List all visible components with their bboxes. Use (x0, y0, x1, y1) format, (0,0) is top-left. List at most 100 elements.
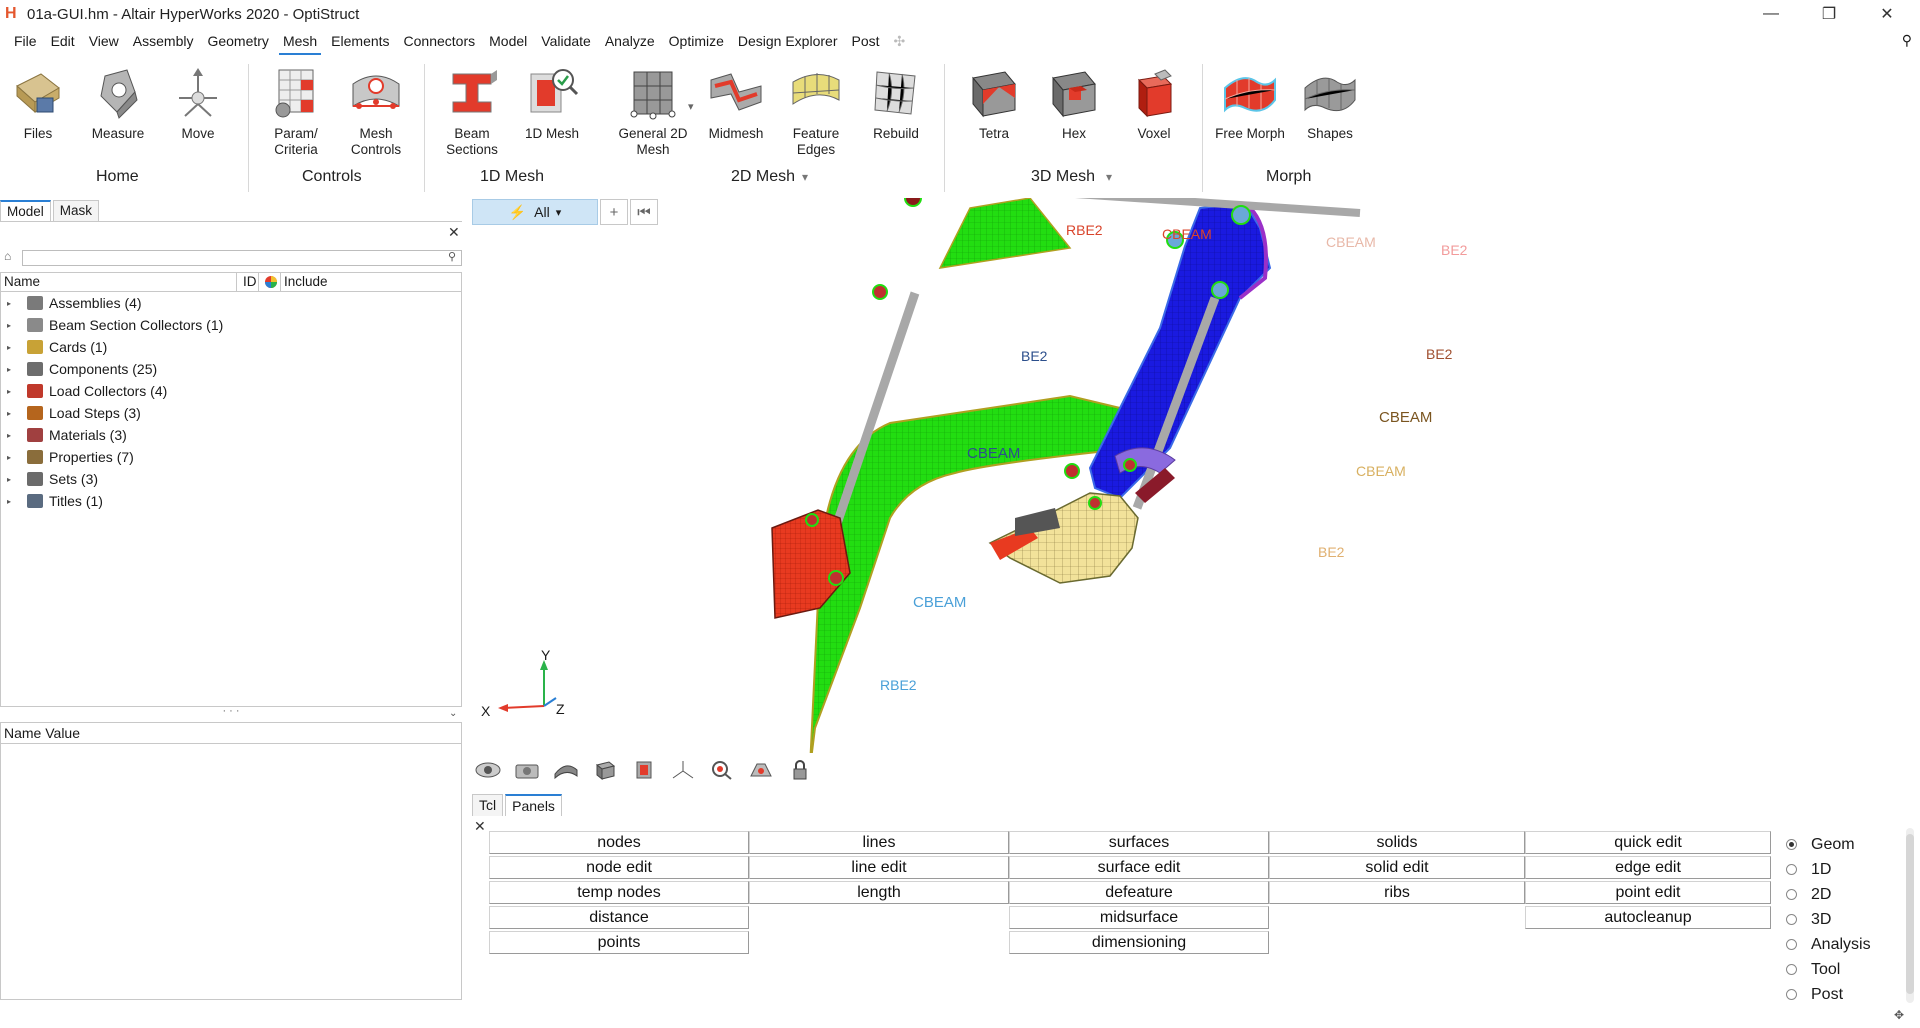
radio-button[interactable] (1786, 839, 1797, 850)
menu-post[interactable]: Post (844, 30, 886, 52)
column-include[interactable]: Include (281, 273, 341, 291)
display-icon[interactable] (745, 757, 777, 783)
maximize-button[interactable]: ❐ (1806, 0, 1852, 28)
ribbon-beam-sections[interactable]: Beam Sections (432, 66, 512, 158)
panel-button-lines[interactable]: lines (749, 831, 1009, 854)
column-name[interactable]: Name (1, 273, 237, 291)
ribbon-1d-mesh[interactable]: 1D Mesh (512, 66, 592, 142)
ribbon-mesh-controls[interactable]: Mesh Controls (336, 66, 416, 158)
ribbon-hex[interactable]: Hex (1034, 66, 1114, 142)
tab-mask[interactable]: Mask (52, 200, 100, 221)
panel-button-node-edit[interactable]: node edit (489, 856, 749, 879)
close-icon[interactable]: ✕ (448, 224, 460, 241)
add-filter-button[interactable]: + (600, 199, 628, 225)
tree-item[interactable]: ▸ Titles (1) (1, 490, 461, 512)
color-wheel-icon[interactable] (259, 273, 281, 291)
tree-item[interactable]: ▸ Beam Section Collectors (1) (1, 314, 461, 336)
ribbon-midmesh[interactable]: Midmesh (696, 66, 776, 142)
radio-analysis[interactable]: Analysis (1786, 932, 1871, 957)
radio-geom[interactable]: Geom (1786, 832, 1871, 857)
menu-elements[interactable]: Elements (324, 30, 396, 52)
home-icon[interactable]: ⌂ (4, 249, 11, 263)
add-ribbon-icon[interactable]: ✣ (887, 30, 913, 52)
menu-geometry[interactable]: Geometry (200, 30, 275, 52)
radio-button[interactable] (1786, 989, 1797, 1000)
expand-caret-icon[interactable]: ▸ (7, 365, 19, 374)
2d-mesh-dropdown-icon[interactable]: ▾ (802, 170, 808, 184)
panel-button-edge-edit[interactable]: edge edit (1525, 856, 1771, 879)
panel-button-solids[interactable]: solids (1269, 831, 1525, 854)
ribbon-files[interactable]: Files (0, 66, 78, 142)
visibility-icon[interactable] (472, 757, 504, 783)
axes-icon[interactable] (667, 757, 699, 783)
ribbon-shapes[interactable]: Shapes (1290, 66, 1370, 142)
search-icon[interactable]: ⚲ (1902, 32, 1912, 49)
3d-mesh-dropdown-icon[interactable]: ▾ (1106, 170, 1112, 184)
tree-item[interactable]: ▸ Assemblies (4) (1, 292, 461, 314)
menu-model[interactable]: Model (482, 30, 534, 52)
menu-validate[interactable]: Validate (534, 30, 598, 52)
menu-edit[interactable]: Edit (44, 30, 82, 52)
tree-item[interactable]: ▸ Components (25) (1, 358, 461, 380)
tree-item[interactable]: ▸ Load Steps (3) (1, 402, 461, 424)
panel-splitter[interactable]: · · · (0, 706, 462, 719)
expand-caret-icon[interactable]: ▸ (7, 409, 19, 418)
ribbon-group-2d-mesh[interactable]: 2D Mesh (731, 168, 795, 186)
menu-optimize[interactable]: Optimize (662, 30, 731, 52)
minimize-button[interactable]: — (1748, 0, 1794, 28)
radio-2d[interactable]: 2D (1786, 882, 1871, 907)
radio-button[interactable] (1786, 939, 1797, 950)
panel-button-surface-edit[interactable]: surface edit (1009, 856, 1269, 879)
ribbon-param-criteria[interactable]: Param/ Criteria (256, 66, 336, 158)
reset-filter-button[interactable]: ⏮ (630, 199, 658, 225)
close-button[interactable]: ✕ (1864, 0, 1910, 28)
radio-post[interactable]: Post (1786, 982, 1871, 1007)
scrollbar[interactable] (1906, 828, 1914, 1003)
ribbon-tetra[interactable]: Tetra (954, 66, 1034, 142)
resize-grip-icon[interactable]: ✥ (1894, 1008, 1904, 1022)
menu-assembly[interactable]: Assembly (126, 30, 201, 52)
ribbon-group-3d-mesh[interactable]: 3D Mesh (1031, 168, 1095, 186)
radio-1d[interactable]: 1D (1786, 857, 1871, 882)
expand-caret-icon[interactable]: ▸ (7, 475, 19, 484)
menu-mesh[interactable]: Mesh (276, 30, 324, 55)
section-icon[interactable] (628, 757, 660, 783)
menu-file[interactable]: File (7, 30, 44, 52)
panel-button-solid-edit[interactable]: solid edit (1269, 856, 1525, 879)
ribbon-move[interactable]: Move (158, 66, 238, 142)
panel-button-point-edit[interactable]: point edit (1525, 881, 1771, 904)
ribbon-voxel[interactable]: Voxel (1114, 66, 1194, 142)
expand-caret-icon[interactable]: ▸ (7, 431, 19, 440)
expand-caret-icon[interactable]: ▸ (7, 387, 19, 396)
menu-view[interactable]: View (82, 30, 126, 52)
ribbon-rebuild[interactable]: Rebuild (856, 66, 936, 142)
panel-button-defeature[interactable]: defeature (1009, 881, 1269, 904)
radio-button[interactable] (1786, 914, 1797, 925)
general-2d-mesh-dropdown-icon[interactable]: ▾ (688, 100, 694, 113)
scrollbar-thumb[interactable] (1906, 834, 1914, 994)
browser-search-input[interactable] (22, 250, 462, 266)
panel-button-nodes[interactable]: nodes (489, 831, 749, 854)
ribbon-general-2d-mesh[interactable]: General 2D Mesh (613, 66, 693, 158)
tab-tcl[interactable]: Tcl (472, 794, 504, 816)
panel-button-ribs[interactable]: ribs (1269, 881, 1525, 904)
lock-icon[interactable] (784, 757, 816, 783)
expand-caret-icon[interactable]: ▸ (7, 343, 19, 352)
search-icon[interactable]: ⚲ (448, 250, 456, 263)
panel-button-line-edit[interactable]: line edit (749, 856, 1009, 879)
entity-filter-dropdown[interactable]: ⚡ All ▾ (472, 199, 598, 225)
panel-button-quick-edit[interactable]: quick edit (1525, 831, 1771, 854)
radio-button[interactable] (1786, 889, 1797, 900)
menu-connectors[interactable]: Connectors (397, 30, 483, 52)
panel-button-dimensioning[interactable]: dimensioning (1009, 931, 1269, 954)
tree-item[interactable]: ▸ Load Collectors (4) (1, 380, 461, 402)
ribbon-measure[interactable]: Measure (78, 66, 158, 142)
radio-3d[interactable]: 3D (1786, 907, 1871, 932)
tree-item[interactable]: ▸ Properties (7) (1, 446, 461, 468)
expand-caret-icon[interactable]: ▸ (7, 321, 19, 330)
graphics-viewport[interactable]: RBE2 CBEAM CBEAM BE2 BE2 BE2 CBEAM CBEAM… (470, 198, 1920, 753)
panel-button-surfaces[interactable]: surfaces (1009, 831, 1269, 854)
panel-button-midsurface[interactable]: midsurface (1009, 906, 1269, 929)
tab-model[interactable]: Model (0, 200, 51, 221)
tree-item[interactable]: ▸ Cards (1) (1, 336, 461, 358)
